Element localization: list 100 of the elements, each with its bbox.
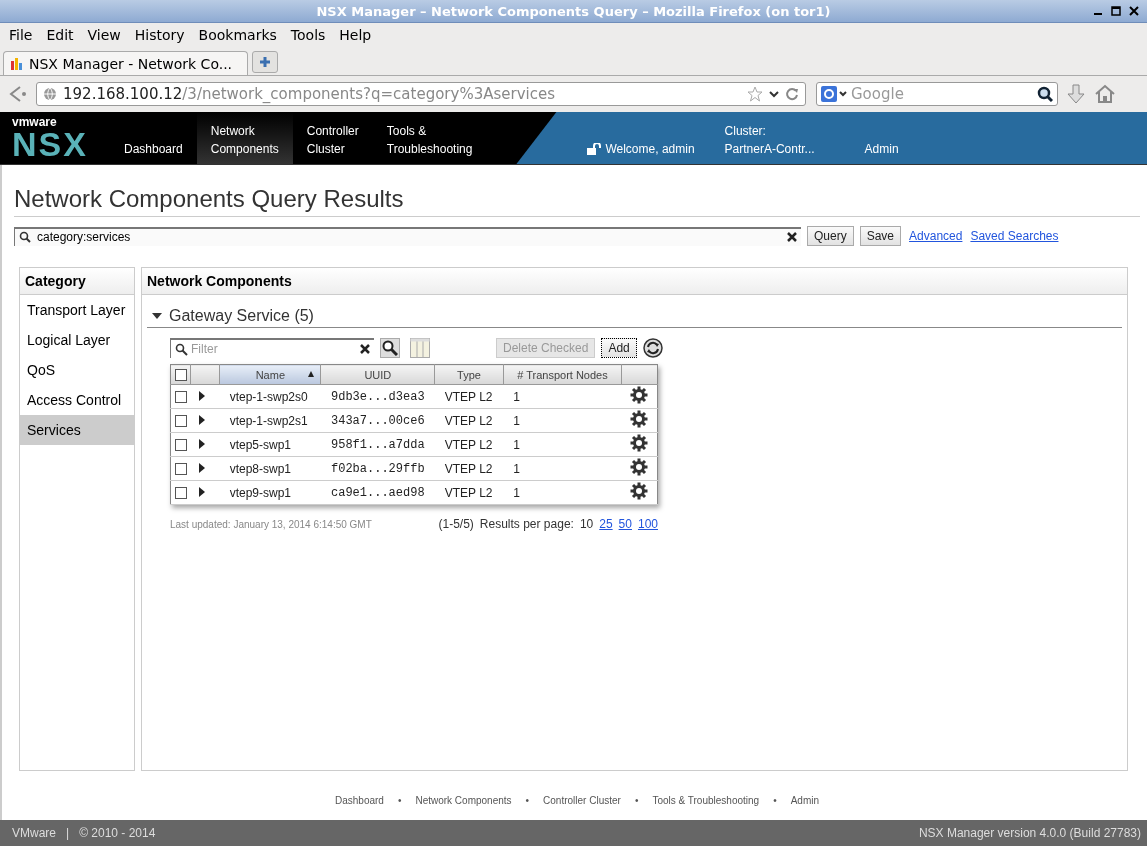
menu-item[interactable]: Tools (283, 27, 333, 43)
footer-link[interactable]: Admin (790, 795, 819, 806)
row-checkbox[interactable] (174, 439, 187, 452)
expand-triangle-icon[interactable] (198, 462, 205, 473)
column-header[interactable]: Name (219, 364, 321, 385)
admin-menu[interactable]: Admin (864, 140, 899, 158)
add-button[interactable]: Add (601, 338, 637, 358)
table-cell: 1 (503, 408, 622, 433)
footer-separator: • (634, 795, 639, 806)
expand-triangle-icon[interactable] (198, 486, 205, 497)
page-size-link[interactable]: 10 (579, 517, 594, 531)
column-header[interactable]: # Transport Nodes (503, 364, 622, 385)
section-title[interactable]: Gateway Service (5) (169, 307, 314, 325)
expand-triangle-icon[interactable] (198, 390, 205, 401)
plus-icon (259, 56, 271, 68)
nav-tab[interactable]: Controller Cluster (292, 112, 373, 164)
clear-icon[interactable] (787, 232, 797, 242)
gear-icon[interactable] (630, 458, 649, 476)
gear-icon[interactable] (630, 410, 649, 428)
footer-separator: • (397, 795, 402, 806)
tab-title: NSX Manager - Network Co... (29, 55, 233, 72)
last-updated-text: Last updated: January 13, 2014 6:14:50 GMT (170, 518, 372, 530)
refresh-icon[interactable] (642, 338, 663, 358)
search-icon[interactable] (1037, 86, 1053, 102)
footer-link[interactable]: Network Components (415, 795, 512, 806)
nav-tab[interactable]: Tools & Troubleshooting (372, 112, 487, 164)
footer-link[interactable]: Dashboard (334, 795, 384, 806)
table-cell: 1 (503, 384, 622, 409)
column-header[interactable]: UUID (321, 364, 435, 385)
nav-tab[interactable]: Network Components (196, 112, 293, 164)
maximize-icon[interactable] (1111, 6, 1121, 16)
category-item[interactable]: Logical Layer (20, 325, 134, 355)
gear-icon[interactable] (630, 482, 649, 500)
table-cell: 1 (503, 432, 622, 457)
menu-item[interactable]: File (2, 27, 40, 43)
search-link[interactable]: Saved Searches (970, 229, 1059, 243)
address-field[interactable]: 192.168.100.12/3/network_components?q=category%3Aservices (36, 82, 806, 106)
page-size-link[interactable]: 100 (637, 517, 658, 531)
nav-tab[interactable]: Dashboard (110, 112, 197, 164)
footer-separator: • (525, 795, 530, 806)
gear-icon[interactable] (630, 386, 649, 404)
collapse-triangle-icon[interactable] (151, 311, 163, 321)
table-cell: 958f1...a7dda (321, 432, 435, 457)
footer-link[interactable]: Tools & Troubleshooting (652, 795, 760, 806)
table-cell: VTEP L2 (434, 456, 504, 481)
table-cell: 343a7...00ce6 (321, 408, 435, 433)
row-checkbox[interactable] (174, 391, 187, 404)
search-link[interactable]: Advanced (909, 229, 963, 243)
home-icon[interactable] (1094, 83, 1116, 105)
footer-link[interactable]: Controller Cluster (543, 795, 621, 806)
menu-item[interactable]: History (127, 27, 192, 43)
category-item[interactable]: Transport Layer (20, 295, 134, 325)
table-cell: vtep-1-swp2s0 (219, 384, 321, 409)
copyright-text: © 2010 - 2014 (79, 826, 156, 840)
row-checkbox[interactable] (174, 415, 187, 428)
star-icon[interactable] (747, 86, 763, 102)
menu-item[interactable]: Edit (39, 27, 81, 43)
table-cell: vtep5-swp1 (219, 432, 321, 457)
globe-icon (43, 87, 57, 101)
version-text: NSX Manager version 4.0.0 (Build 27783) (918, 826, 1141, 840)
page-size-link[interactable]: 50 (618, 517, 632, 531)
menu-item[interactable]: Bookmarks (191, 27, 284, 43)
row-checkbox[interactable] (174, 487, 187, 500)
gear-icon[interactable] (630, 434, 649, 452)
sort-ascending-icon (307, 370, 316, 378)
table-cell: vtep9-swp1 (219, 480, 321, 505)
query-button[interactable]: Query (807, 226, 854, 246)
new-tab-button[interactable] (252, 51, 278, 73)
close-icon[interactable] (1129, 6, 1139, 16)
window-title: NSX Manager – Network Components Query – Mozilla Firefox (on tor1) (316, 3, 831, 19)
cluster-name[interactable]: PartnerA-Contr... (724, 140, 835, 158)
expand-triangle-icon[interactable] (198, 414, 205, 425)
advanced-filter-button[interactable] (380, 338, 400, 358)
browser-tab[interactable]: NSX Manager - Network Co... (3, 51, 248, 75)
query-field[interactable]: category:services (14, 226, 801, 246)
query-button[interactable]: Save (859, 226, 902, 246)
table-cell: VTEP L2 (434, 480, 504, 505)
row-checkbox[interactable] (174, 463, 187, 476)
unlocked-padlock-icon (586, 143, 602, 155)
vmware-nsx-logo: vmware NSX (11, 114, 89, 164)
table-cell: 1 (503, 480, 622, 505)
reload-icon[interactable] (785, 87, 799, 101)
table-cell: ca9e1...aed98 (321, 480, 435, 505)
category-item[interactable]: Access Control (20, 385, 134, 415)
table-cell: VTEP L2 (434, 408, 504, 433)
expand-triangle-icon[interactable] (198, 438, 205, 449)
menu-item[interactable]: Help (332, 27, 379, 43)
clear-icon[interactable] (360, 344, 370, 354)
category-item[interactable]: Services (20, 415, 134, 445)
category-item[interactable]: QoS (20, 355, 134, 385)
column-header[interactable]: Type (434, 364, 504, 385)
table-cell: 1 (503, 456, 622, 481)
table-cell: VTEP L2 (434, 384, 504, 409)
welcome-text: Welcome, admin (605, 141, 695, 158)
select-all-checkbox[interactable] (174, 369, 187, 382)
dropdown-icon[interactable] (769, 89, 779, 99)
search-icon (175, 342, 188, 356)
menu-item[interactable]: View (80, 27, 128, 43)
table-cell: vtep-1-swp2s1 (219, 408, 321, 433)
page-size-link[interactable]: 25 (599, 517, 613, 531)
